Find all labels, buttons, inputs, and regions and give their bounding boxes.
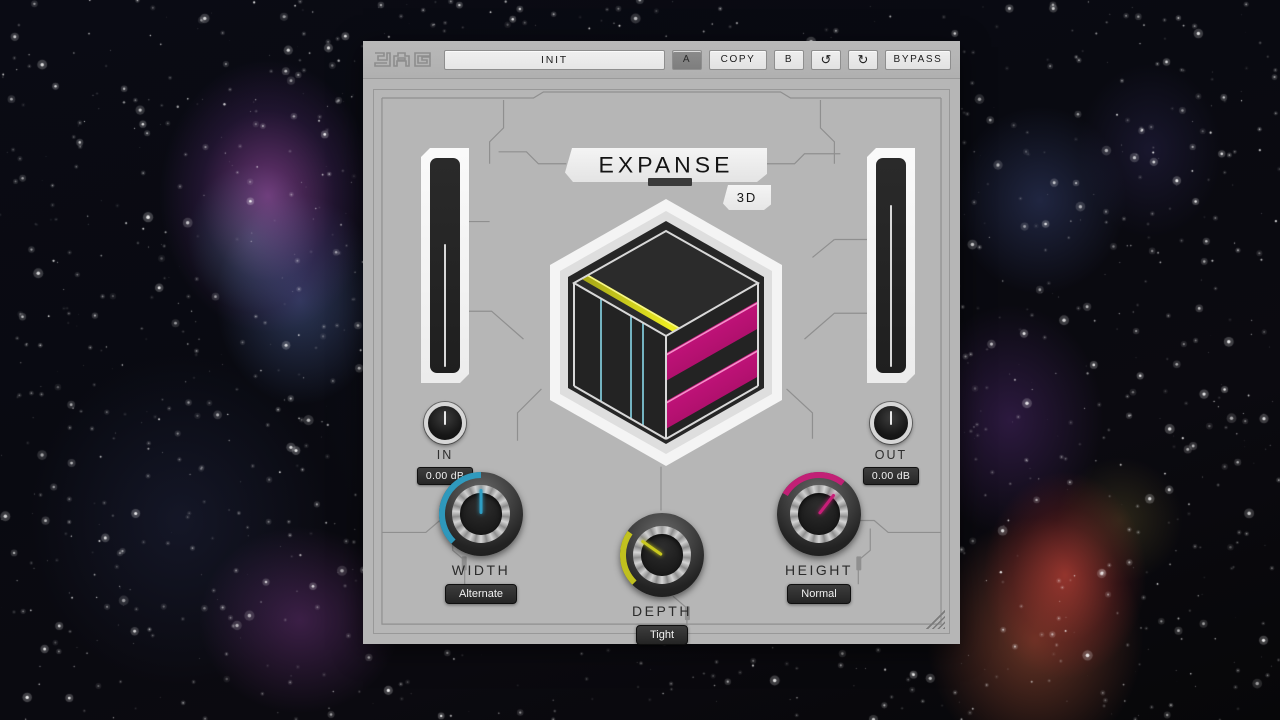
input-gain-label: IN	[436, 448, 454, 462]
width-control: WIDTH Alternate	[411, 472, 551, 604]
knob-face	[641, 534, 683, 576]
copy-button[interactable]: COPY	[709, 49, 767, 70]
input-gain-knob[interactable]	[424, 402, 466, 444]
jag-logo-icon	[374, 51, 431, 67]
undo-icon[interactable]: ↺	[811, 49, 841, 70]
bypass-button[interactable]: BYPASS	[885, 49, 951, 70]
height-control: HEIGHT Normal	[749, 472, 889, 604]
ab-slot-b-button[interactable]: B	[774, 49, 804, 70]
redo-icon[interactable]: ↻	[848, 49, 878, 70]
width-label: WIDTH	[451, 562, 511, 578]
depth-knob[interactable]	[620, 513, 704, 597]
output-meter-track	[876, 158, 906, 373]
depth-control: DEPTH Tight	[592, 513, 732, 645]
preset-name-field[interactable]: INIT	[444, 49, 665, 70]
resize-handle[interactable]	[923, 607, 945, 629]
expanse-3d-cube[interactable]	[542, 195, 790, 470]
plugin-toolbar: INIT A COPY B ↺ ↻ BYPASS	[363, 41, 960, 79]
output-meter-level	[890, 205, 892, 367]
page-title: EXPANSE	[598, 152, 734, 177]
depth-label: DEPTH	[632, 603, 692, 619]
main-panel: EXPANSE 3D IN 0.00 dB OUT 0.00 dB WIDTH …	[373, 89, 950, 645]
height-mode-value[interactable]: Normal	[787, 584, 851, 604]
height-label: HEIGHT	[785, 562, 853, 578]
input-meter-track	[430, 158, 460, 373]
title-notch-decoration	[648, 178, 692, 186]
ab-slot-a-button[interactable]: A	[672, 49, 702, 70]
output-gain-label: OUT	[874, 448, 908, 462]
output-meter	[867, 148, 915, 383]
input-meter	[421, 148, 469, 383]
height-knob[interactable]	[777, 472, 861, 556]
width-knob[interactable]	[439, 472, 523, 556]
input-meter-level	[444, 244, 446, 367]
depth-mode-value[interactable]: Tight	[635, 625, 689, 645]
plugin-title-plate: EXPANSE	[565, 148, 767, 182]
output-gain-knob[interactable]	[870, 402, 912, 444]
plugin-window: INIT A COPY B ↺ ↻ BYPASS EXPANSE 3D IN 0…	[363, 41, 960, 645]
width-mode-value[interactable]: Alternate	[444, 584, 518, 604]
